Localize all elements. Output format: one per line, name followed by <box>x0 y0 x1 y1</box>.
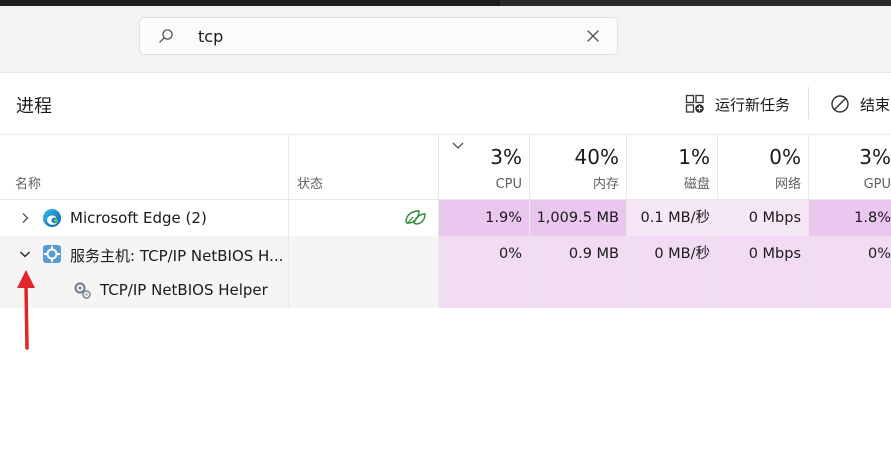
process-name-cell: 服务主机: TCP/IP NetBIOS H... <box>0 236 289 272</box>
cpu-cell: 1.9% <box>438 200 530 236</box>
process-name-cell: Microsoft Edge (2) <box>0 200 289 236</box>
run-task-icon <box>685 94 704 113</box>
status-cell <box>288 200 439 236</box>
page-title: 进程 <box>16 96 52 117</box>
column-header-memory[interactable]: 40% 内存 <box>529 135 627 199</box>
chevron-down-icon <box>452 142 464 149</box>
column-header-cpu[interactable]: 3% CPU <box>438 135 530 199</box>
column-header-status[interactable]: 状态 <box>288 135 439 199</box>
column-header-network[interactable]: 0% 网络 <box>717 135 809 199</box>
toolbar-divider <box>808 87 809 119</box>
disk-cell: 0 MB/秒 <box>626 236 718 272</box>
table-row[interactable]: 服务主机: TCP/IP NetBIOS H... 0% 0.9 MB 0 MB… <box>0 236 891 272</box>
efficiency-leaf-icon <box>405 210 426 225</box>
close-icon[interactable] <box>584 27 602 45</box>
column-cpu-label: CPU <box>495 177 522 192</box>
prohibited-icon <box>831 95 849 113</box>
memory-cell <box>529 272 627 308</box>
network-cell <box>717 272 809 308</box>
column-header-name[interactable]: 名称 <box>0 135 289 199</box>
network-total-percent: 0% <box>769 145 801 169</box>
search-icon <box>159 29 173 43</box>
column-network-label: 网络 <box>774 177 801 192</box>
gpu-cell: 1.8% <box>808 200 891 236</box>
status-cell <box>288 272 439 308</box>
run-new-task-label: 运行新任务 <box>715 95 791 114</box>
memory-total-percent: 40% <box>574 145 619 169</box>
memory-cell: 1,009.5 MB <box>529 200 627 236</box>
search-bar-area: tcp <box>0 6 891 72</box>
column-memory-label: 内存 <box>592 177 619 192</box>
column-name-label: 名称 <box>15 177 42 192</box>
column-gpu-label: GPU <box>863 177 891 192</box>
process-name: 服务主机: TCP/IP NetBIOS H... <box>70 247 284 265</box>
processes-page: 进程 运行新任务 结束 名称 状态 3% CPU 40% 内存 1% 磁盘 0%… <box>0 72 891 454</box>
column-header-disk[interactable]: 1% 磁盘 <box>626 135 718 199</box>
chevron-down-icon[interactable] <box>19 248 31 260</box>
column-status-label: 状态 <box>297 177 324 192</box>
table-row[interactable]: TCP/IP NetBIOS Helper <box>0 272 891 308</box>
gpu-cell <box>808 272 891 308</box>
disk-cell <box>626 272 718 308</box>
service-gear-icon <box>43 245 61 263</box>
disk-cell: 0.1 MB/秒 <box>626 200 718 236</box>
edge-icon <box>43 209 61 227</box>
gpu-total-percent: 3% <box>859 145 891 169</box>
process-name-cell: TCP/IP NetBIOS Helper <box>0 272 289 308</box>
process-name: Microsoft Edge (2) <box>70 209 207 227</box>
process-name: TCP/IP NetBIOS Helper <box>100 281 268 299</box>
memory-cell: 0.9 MB <box>529 236 627 272</box>
cpu-cell <box>438 272 530 308</box>
cpu-total-percent: 3% <box>490 145 522 169</box>
table-row[interactable]: Microsoft Edge (2) 1.9% 1,009.5 MB 0.1 M… <box>0 200 891 236</box>
end-task-button[interactable]: 结束 <box>830 93 890 115</box>
disk-total-percent: 1% <box>678 145 710 169</box>
table-header: 名称 状态 3% CPU 40% 内存 1% 磁盘 0% 网络 3% GPU <box>0 134 891 200</box>
search-query-text[interactable]: tcp <box>198 27 223 46</box>
network-cell: 0 Mbps <box>717 236 809 272</box>
status-cell <box>288 236 439 272</box>
end-task-label: 结束 <box>860 95 891 114</box>
column-header-gpu[interactable]: 3% GPU <box>808 135 891 199</box>
run-new-task-button[interactable]: 运行新任务 <box>685 93 790 115</box>
network-cell: 0 Mbps <box>717 200 809 236</box>
gpu-cell: 0% <box>808 236 891 272</box>
chevron-right-icon[interactable] <box>19 212 31 224</box>
process-table: 名称 状态 3% CPU 40% 内存 1% 磁盘 0% 网络 3% GPU M… <box>0 134 891 308</box>
annotation-arrow-icon <box>17 270 35 350</box>
search-input[interactable]: tcp <box>139 17 618 55</box>
cpu-cell: 0% <box>438 236 530 272</box>
service-gears-icon <box>74 282 91 299</box>
column-disk-label: 磁盘 <box>683 177 710 192</box>
